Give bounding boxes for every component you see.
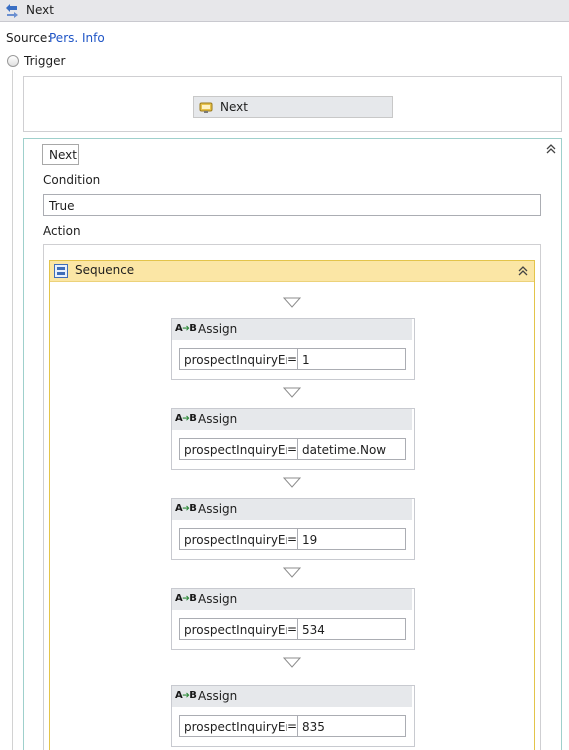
condition-label: Condition (43, 173, 101, 187)
assign-equals: = (287, 618, 297, 640)
assign-title: Assign (198, 412, 238, 426)
assign-icon: A➔B (175, 323, 197, 334)
assign-value-field[interactable]: 835 (297, 715, 406, 737)
assign-value-field[interactable]: 19 (297, 528, 406, 550)
state-connector-line (12, 70, 13, 750)
assign-to-field[interactable]: prospectInquiryEnt (179, 715, 288, 737)
assign-icon: A➔B (175, 593, 197, 604)
trigger-activity-label: Next (220, 100, 248, 114)
assign-title: Assign (198, 689, 238, 703)
designer-header: Next (0, 0, 569, 22)
trigger-expander[interactable] (7, 55, 19, 67)
assign-header: A➔B Assign (172, 686, 412, 707)
assign-header: A➔B Assign (172, 589, 412, 610)
collapse-icon[interactable] (516, 264, 530, 278)
transition-name-field[interactable]: Next (42, 144, 79, 165)
assign-equals: = (287, 438, 297, 460)
assign-icon: A➔B (175, 503, 197, 514)
drop-target-arrow-icon[interactable] (283, 477, 301, 488)
source-label: Source: (6, 31, 52, 45)
drop-target-arrow-icon[interactable] (283, 297, 301, 308)
assign-title: Assign (198, 592, 238, 606)
action-label: Action (43, 224, 81, 238)
assign-equals: = (287, 528, 297, 550)
trigger-activity[interactable]: Next (193, 96, 393, 118)
assign-to-field[interactable]: prospectInquiryEnt (179, 348, 288, 370)
collapse-icon[interactable] (544, 142, 558, 156)
assign-activity[interactable]: A➔B Assign prospectInquiryEnt = 835 (171, 685, 415, 747)
sequence-icon (54, 264, 68, 278)
condition-input[interactable]: True (43, 194, 541, 216)
assign-title: Assign (198, 502, 238, 516)
assign-header: A➔B Assign (172, 319, 412, 340)
assign-value-field[interactable]: 534 (297, 618, 406, 640)
assign-value-field[interactable]: 1 (297, 348, 406, 370)
assign-to-field[interactable]: prospectInquiryEnt (179, 618, 288, 640)
assign-equals: = (287, 348, 297, 370)
header-title: Next (26, 3, 54, 17)
assign-to-field[interactable]: prospectInquiryEnt (179, 438, 288, 460)
drop-target-arrow-icon[interactable] (283, 567, 301, 578)
trigger-activity-icon (199, 102, 213, 113)
drop-target-arrow-icon[interactable] (283, 387, 301, 398)
transition-icon (6, 4, 18, 18)
sequence-header[interactable]: Sequence (50, 261, 534, 282)
assign-to-field[interactable]: prospectInquiryEnt (179, 528, 288, 550)
trigger-label: Trigger (24, 54, 66, 68)
assign-activity[interactable]: A➔B Assign prospectInquiryEnt = 1 (171, 318, 415, 380)
assign-value-field[interactable]: datetime.Now (297, 438, 406, 460)
drop-target-arrow-icon[interactable] (283, 657, 301, 668)
assign-icon: A➔B (175, 690, 197, 701)
assign-header: A➔B Assign (172, 499, 412, 520)
assign-equals: = (287, 715, 297, 737)
assign-activity[interactable]: A➔B Assign prospectInquiryEnt = 534 (171, 588, 415, 650)
assign-header: A➔B Assign (172, 409, 412, 430)
assign-activity[interactable]: A➔B Assign prospectInquiryEnt = 19 (171, 498, 415, 560)
assign-title: Assign (198, 322, 238, 336)
source-state-link[interactable]: Pers. Info (49, 31, 105, 45)
assign-activity[interactable]: A➔B Assign prospectInquiryEnt = datetime… (171, 408, 415, 470)
sequence-title: Sequence (75, 263, 135, 277)
assign-icon: A➔B (175, 413, 197, 424)
